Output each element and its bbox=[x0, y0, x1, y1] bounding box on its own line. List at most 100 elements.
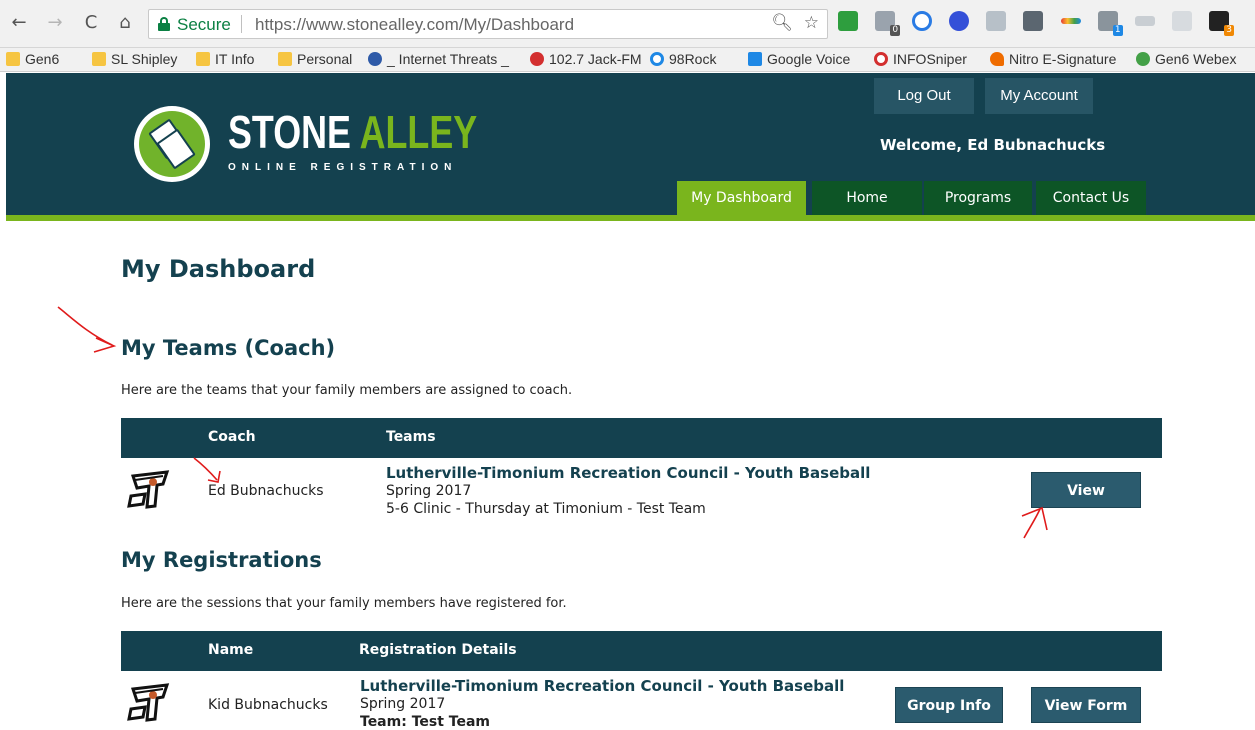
address-bar[interactable]: Secure https://www.stonealley.com/My/Das… bbox=[148, 9, 828, 39]
bookmark-label: Personal bbox=[297, 51, 353, 67]
extension-bag-icon[interactable] bbox=[1023, 10, 1044, 31]
bookmark-internet-threats[interactable]: _ Internet Threats _ bbox=[368, 51, 509, 67]
extension-amazon-icon[interactable]: 3 bbox=[1208, 10, 1234, 36]
extension-badge: 1 bbox=[1112, 24, 1123, 36]
coach-name: Ed Bubnachucks bbox=[208, 483, 324, 499]
registrant-name: Kid Bubnachucks bbox=[208, 697, 328, 713]
logo-title-stone: STONE bbox=[228, 106, 351, 158]
forward-arrow-icon[interactable]: → bbox=[44, 12, 66, 34]
view-form-button[interactable]: View Form bbox=[1031, 687, 1141, 723]
bookmark-label: Google Voice bbox=[767, 51, 851, 67]
logout-button[interactable]: Log Out bbox=[874, 78, 974, 114]
extension-grid-icon[interactable]: 1 bbox=[1097, 10, 1123, 36]
bookmark-label: Nitro E-Signature bbox=[1009, 51, 1117, 67]
extension-g-icon[interactable] bbox=[1171, 10, 1192, 31]
my-account-button[interactable]: My Account bbox=[985, 78, 1093, 114]
bookmark-label: Gen6 bbox=[25, 51, 60, 67]
secure-label: Secure bbox=[177, 15, 231, 34]
bookmarks-bar: Gen6 SL Shipley IT Info Personal _ Inter… bbox=[0, 48, 1255, 72]
annotation-arrow-heading bbox=[57, 306, 113, 346]
registration-details: Lutherville-Timonium Recreation Council … bbox=[360, 677, 844, 730]
extension-puzzle-icon[interactable]: 0 bbox=[875, 10, 901, 36]
team-season: Spring 2017 bbox=[386, 483, 472, 499]
bookmark-jack-fm[interactable]: 102.7 Jack-FM bbox=[530, 51, 642, 67]
bookmark-label: IT Info bbox=[215, 51, 255, 67]
nav-my-dashboard[interactable]: My Dashboard bbox=[677, 181, 806, 215]
page-title: My Dashboard bbox=[121, 255, 316, 283]
circle-arrows-icon bbox=[650, 52, 664, 66]
nav-programs[interactable]: Programs bbox=[924, 181, 1032, 215]
teams-table-header: Coach Teams bbox=[121, 418, 1162, 458]
annotation-arrow-coach bbox=[193, 457, 218, 481]
zoom-icon[interactable]: 🔍︎ bbox=[771, 13, 793, 32]
extensions-bar: 0 1 3 bbox=[838, 10, 1241, 36]
folder-icon bbox=[278, 52, 292, 66]
bookmark-it-info[interactable]: IT Info bbox=[196, 51, 254, 67]
extension-key-icon[interactable] bbox=[1134, 15, 1155, 26]
reload-icon[interactable]: C bbox=[80, 12, 102, 34]
my-teams-heading: My Teams (Coach) bbox=[121, 336, 336, 360]
phone-icon bbox=[748, 52, 762, 66]
bookmark-sl-shipley[interactable]: SL Shipley bbox=[92, 51, 177, 67]
folder-icon bbox=[6, 52, 20, 66]
column-header-registration-details: Registration Details bbox=[359, 642, 517, 658]
folder-icon bbox=[92, 52, 106, 66]
my-teams-intro: Here are the teams that your family memb… bbox=[121, 383, 573, 398]
my-registrations-intro: Here are the sessions that your family m… bbox=[121, 596, 567, 611]
extension-v-icon[interactable] bbox=[949, 10, 970, 31]
lock-icon bbox=[158, 17, 170, 31]
column-header-name: Name bbox=[208, 642, 254, 658]
bookmark-gen6[interactable]: Gen6 bbox=[6, 51, 59, 67]
registration-org: Lutherville-Timonium Recreation Council … bbox=[360, 677, 845, 695]
logo-subtitle: ONLINE REGISTRATION bbox=[228, 162, 458, 173]
team-org: Lutherville-Timonium Recreation Council … bbox=[386, 464, 871, 482]
target-icon bbox=[874, 52, 888, 66]
extension-skype-icon[interactable] bbox=[912, 10, 933, 31]
back-arrow-icon[interactable]: ← bbox=[8, 12, 30, 34]
url-text[interactable]: https://www.stonealley.com/My/Dashboard bbox=[255, 15, 574, 35]
extension-chevron-icon[interactable] bbox=[1060, 17, 1081, 24]
registration-team: Team: Test Team bbox=[360, 714, 490, 730]
extension-green-icon[interactable] bbox=[838, 10, 858, 31]
bookmark-label: INFOSniper bbox=[893, 51, 967, 67]
flame-icon bbox=[990, 52, 1004, 66]
bookmark-98rock[interactable]: 98Rock bbox=[650, 51, 716, 67]
address-divider bbox=[241, 15, 242, 33]
welcome-message: Welcome, Ed Bubnachucks bbox=[880, 136, 1106, 154]
site-header: STONE ALLEY ONLINE REGISTRATION Log Out … bbox=[6, 73, 1255, 221]
bookmark-label: SL Shipley bbox=[111, 51, 178, 67]
bookmark-label: Gen6 Webex bbox=[1155, 51, 1237, 67]
logo-title-alley: ALLEY bbox=[359, 106, 478, 158]
radio-icon bbox=[530, 52, 544, 66]
bookmark-personal[interactable]: Personal bbox=[278, 51, 352, 67]
bookmark-google-voice[interactable]: Google Voice bbox=[748, 51, 850, 67]
extension-badge: 3 bbox=[1224, 24, 1234, 36]
stone-alley-logo-icon[interactable] bbox=[134, 106, 210, 182]
bookmark-infosniper[interactable]: INFOSniper bbox=[874, 51, 967, 67]
bookmark-label: 102.7 Jack-FM bbox=[549, 51, 642, 67]
view-team-button[interactable]: View bbox=[1031, 472, 1141, 508]
nav-home[interactable]: Home bbox=[812, 181, 922, 215]
team-details: Lutherville-Timonium Recreation Council … bbox=[386, 464, 870, 518]
extension-tag-icon[interactable] bbox=[986, 10, 1007, 31]
bookmark-label: _ Internet Threats _ bbox=[387, 51, 509, 67]
star-icon[interactable]: ☆ bbox=[804, 13, 819, 32]
globe-icon bbox=[368, 52, 382, 66]
browser-toolbar: ← → C ⌂ Secure https://www.stonealley.co… bbox=[0, 0, 1255, 48]
bookmark-gen6-webex[interactable]: Gen6 Webex bbox=[1136, 51, 1236, 67]
logo-title[interactable]: STONE ALLEY bbox=[228, 109, 477, 155]
my-registrations-heading: My Registrations bbox=[121, 548, 322, 572]
home-icon[interactable]: ⌂ bbox=[114, 12, 136, 34]
registration-season: Spring 2017 bbox=[360, 696, 446, 712]
column-header-coach: Coach bbox=[208, 429, 256, 445]
annotation-arrow-view bbox=[1023, 508, 1041, 539]
folder-icon bbox=[196, 52, 210, 66]
baseball-team-icon bbox=[127, 683, 170, 722]
nav-contact-us[interactable]: Contact Us bbox=[1036, 181, 1146, 215]
group-info-button[interactable]: Group Info bbox=[895, 687, 1003, 723]
bookmark-nitro[interactable]: Nitro E-Signature bbox=[990, 51, 1116, 67]
bookmark-label: 98Rock bbox=[669, 51, 717, 67]
extension-badge: 0 bbox=[890, 24, 901, 36]
webex-icon bbox=[1136, 52, 1150, 66]
registrations-table-header: Name Registration Details bbox=[121, 631, 1162, 671]
